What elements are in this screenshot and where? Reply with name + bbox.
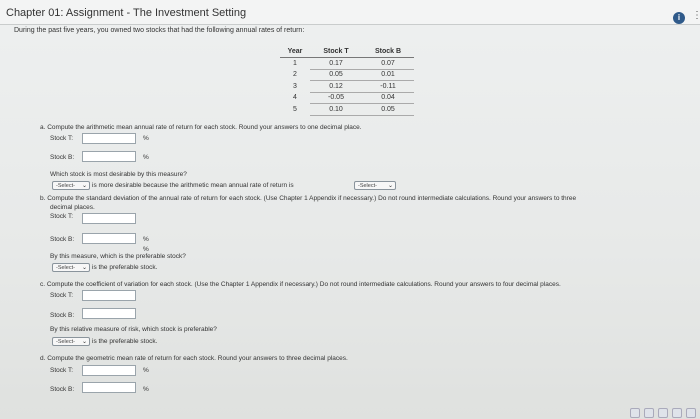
year-cell: 2	[293, 71, 297, 79]
page-title: Chapter 01: Assignment - The Investment …	[6, 7, 247, 19]
stock-t-cell: 0.17	[310, 57, 362, 70]
part-c-stock-t-label: Stock T:	[50, 292, 74, 299]
stock-b-cell: 0.04	[362, 92, 414, 104]
part-a-stock-select[interactable]: -Select- ⌄	[52, 181, 90, 190]
chevron-down-icon: ⌄	[81, 183, 87, 189]
part-a-stock-b-unit: %	[143, 154, 149, 161]
stock-b-cell: 0.07	[362, 57, 414, 70]
part-b-stock-t-input[interactable]	[82, 213, 136, 224]
stock-b-cell: -0.11	[362, 80, 414, 93]
tray-icon[interactable]	[658, 408, 668, 418]
tray-icon[interactable]	[686, 408, 696, 418]
part-c-sentence: is the preferable stock.	[92, 338, 158, 345]
table-row: 3 0.12 -0.11	[280, 80, 414, 93]
info-icon[interactable]: i	[673, 12, 685, 24]
table-header-row: Year Stock T Stock B	[280, 48, 414, 58]
part-a-which-question: Which stock is most desirable by this me…	[50, 171, 187, 178]
part-c-stock-select-label: -Select-	[56, 339, 75, 345]
part-c-stock-b-label: Stock B:	[50, 312, 75, 319]
part-b-stock-b-label: Stock B:	[50, 236, 75, 243]
part-b-stock-select[interactable]: -Select- ⌄	[52, 263, 90, 272]
part-a-stock-b-label: Stock B:	[50, 154, 75, 161]
tray-icon[interactable]	[630, 408, 640, 418]
part-c-which-question: By this relative measure of risk, which …	[50, 326, 217, 333]
part-b-stock-t-label: Stock T:	[50, 213, 74, 220]
stock-t-cell: -0.05	[310, 92, 362, 104]
part-a-prompt: a. Compute the arithmetic mean annual ra…	[40, 124, 362, 131]
part-d-stock-t-unit: %	[143, 367, 149, 374]
part-a-reason-select-label: -Select-	[358, 183, 377, 189]
part-a-stock-b-input[interactable]	[82, 151, 136, 162]
table-row: 1 0.17 0.07	[280, 57, 414, 70]
more-icon[interactable]: ⋮	[692, 10, 700, 21]
tray-icon[interactable]	[644, 408, 654, 418]
part-a-stock-select-label: -Select-	[56, 183, 75, 189]
part-c-stock-select[interactable]: -Select- ⌄	[52, 337, 90, 346]
stock-t-cell: 0.10	[310, 103, 362, 116]
tray-icon[interactable]	[672, 408, 682, 418]
chevron-down-icon: ⌄	[81, 339, 87, 345]
part-d-stock-t-input[interactable]	[82, 365, 136, 376]
part-b-stock-b-unit: %	[143, 236, 149, 243]
header-bar: Chapter 01: Assignment - The Investment …	[0, 0, 700, 25]
year-cell: 5	[293, 105, 297, 113]
part-a-stock-t-label: Stock T:	[50, 135, 74, 142]
system-tray	[600, 405, 700, 419]
part-a-stock-t-input[interactable]	[82, 133, 136, 144]
table-row: 4 -0.05 0.04	[280, 92, 414, 104]
header-stock-t: Stock T	[310, 48, 362, 58]
part-d-stock-b-input[interactable]	[82, 382, 136, 393]
stock-t-cell: 0.12	[310, 80, 362, 93]
part-d-stock-t-label: Stock T:	[50, 367, 74, 374]
part-d-prompt: d. Compute the geometric mean rate of re…	[40, 355, 348, 362]
part-c-stock-t-input[interactable]	[82, 290, 136, 301]
table-row: 2 0.05 0.01	[280, 69, 414, 81]
intro-text: During the past five years, you owned tw…	[14, 27, 305, 34]
part-a-sentence: is more desirable because the arithmetic…	[92, 182, 294, 189]
part-b-stock-b-input[interactable]	[82, 233, 136, 244]
part-c-stock-b-input[interactable]	[82, 308, 136, 319]
returns-table: Year Stock T Stock B 1 0.17 0.07 2 0.05 …	[280, 48, 414, 116]
chevron-down-icon: ⌄	[387, 183, 393, 189]
part-b-prompt: b. Compute the standard deviation of the…	[40, 195, 577, 202]
part-b-stock-select-label: -Select-	[56, 265, 75, 271]
part-b-stock-t-unit: %	[143, 246, 149, 253]
part-b-prompt-cont: decimal places.	[50, 204, 95, 211]
part-b-which-question: By this measure, which is the preferable…	[50, 253, 186, 260]
part-c-prompt: c. Compute the coefficient of variation …	[40, 281, 561, 288]
part-a-stock-t-unit: %	[143, 135, 149, 142]
part-a-reason-select[interactable]: -Select- ⌄	[354, 181, 396, 190]
year-cell: 3	[293, 82, 297, 90]
part-d-stock-b-unit: %	[143, 386, 149, 393]
stock-t-cell: 0.05	[310, 69, 362, 81]
part-b-sentence: is the preferable stock.	[92, 264, 158, 271]
year-cell: 1	[293, 60, 297, 67]
year-cell: 4	[293, 94, 297, 102]
stock-b-cell: 0.05	[362, 103, 414, 116]
chevron-down-icon: ⌄	[81, 265, 87, 271]
header-year: Year	[280, 48, 310, 58]
table-row: 5 0.10 0.05	[280, 103, 414, 116]
part-d-stock-b-label: Stock B:	[50, 386, 75, 393]
header-stock-b: Stock B	[362, 48, 414, 58]
stock-b-cell: 0.01	[362, 69, 414, 81]
